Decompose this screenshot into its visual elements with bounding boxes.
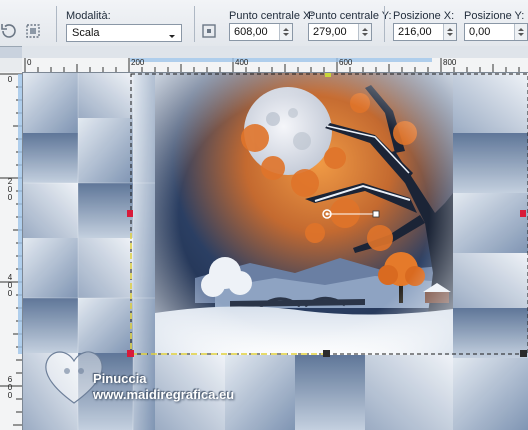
chevron-down-icon: [167, 28, 177, 38]
center-y-value: 279,00: [313, 26, 347, 38]
pick-icon[interactable]: [24, 22, 42, 40]
ruler-label: 400: [7, 273, 13, 298]
mode-select-value: Scala: [72, 27, 100, 39]
mode-select[interactable]: Scala: [66, 24, 182, 42]
reset-icon[interactable]: [0, 22, 18, 40]
center-x-value: 608,00: [234, 26, 268, 38]
ruler-corner: [0, 58, 23, 73]
image-canvas[interactable]: Pinuccia www.maidiregrafica.eu: [23, 73, 528, 430]
center-x-field[interactable]: 608,00: [229, 23, 293, 41]
ruler-label: 400: [235, 58, 249, 67]
up-down-arrows-icon[interactable]: [443, 24, 456, 40]
position-x-field[interactable]: 216,00: [393, 23, 457, 41]
center-x-label: Punto centrale X:: [229, 10, 314, 22]
ruler-label: 200: [131, 58, 145, 67]
toolbar-separator: [384, 6, 385, 42]
ruler-label: 0: [7, 75, 13, 84]
position-y-value: 0,00: [469, 26, 491, 38]
position-y-field[interactable]: 0,00: [464, 23, 528, 41]
up-down-arrows-icon[interactable]: [358, 24, 371, 40]
position-y-label: Posizione Y:: [464, 10, 525, 22]
up-down-arrows-icon[interactable]: [514, 24, 527, 40]
ruler-label: 800: [443, 58, 457, 67]
position-x-value: 216,00: [398, 26, 432, 38]
ruler-label: 600: [7, 375, 13, 400]
ruler-label: 200: [7, 177, 13, 202]
ruler-label: 600: [339, 58, 353, 67]
up-down-arrows-icon[interactable]: [279, 24, 292, 40]
mode-label: Modalità:: [66, 10, 111, 22]
ruler-label: 0: [27, 58, 32, 67]
horizontal-ruler[interactable]: 0 200 400 600 800: [22, 58, 528, 73]
toolbar-separator: [194, 6, 195, 42]
toolbar-separator: [56, 6, 57, 42]
position-x-label: Posizione X:: [393, 10, 455, 22]
center-pick-icon[interactable]: [200, 22, 218, 40]
center-y-label: Punto centrale Y:: [308, 10, 392, 22]
vertical-ruler[interactable]: 0 200 400 600: [0, 72, 23, 430]
center-y-field[interactable]: 279,00: [308, 23, 372, 41]
pick-tool-toolbar: Modalità: Scala Punto centrale X: 608,00…: [0, 0, 528, 47]
